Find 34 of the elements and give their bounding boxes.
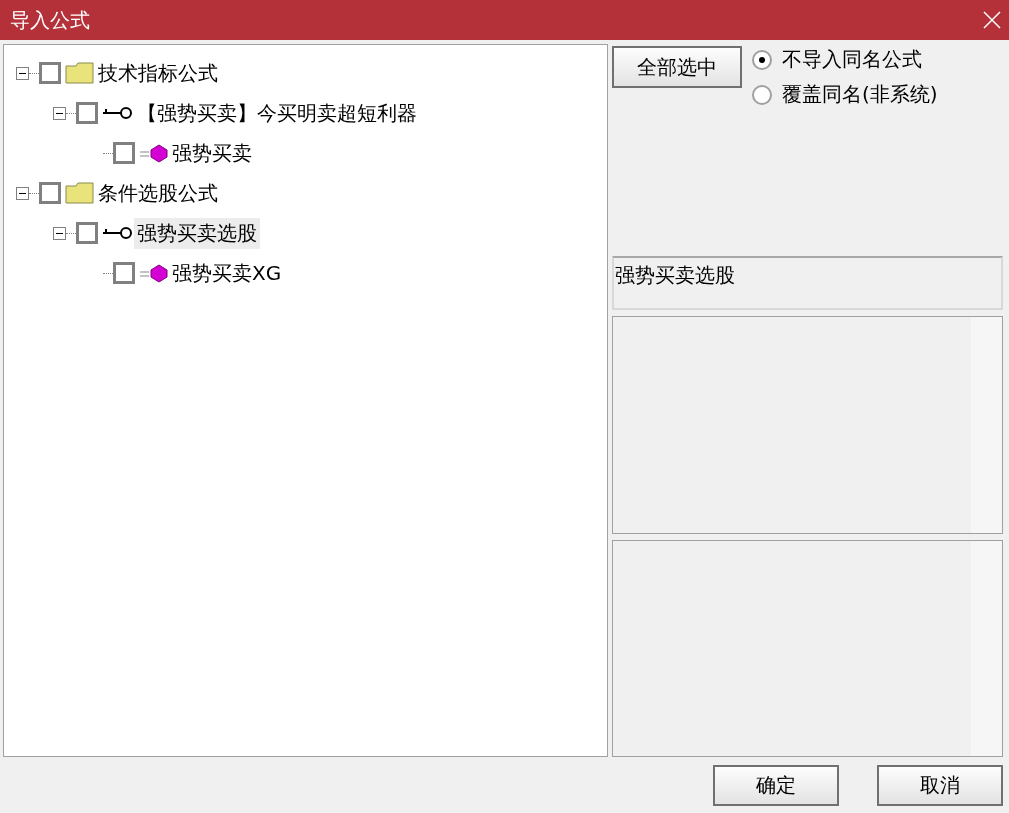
radio-label: 覆盖同名(非系统) xyxy=(782,81,938,108)
window-title: 导入公式 xyxy=(10,6,90,34)
close-icon[interactable] xyxy=(983,11,1001,29)
tree-item[interactable]: 强势买卖 xyxy=(169,137,255,169)
tree-item[interactable]: 【强势买卖】今买明卖超短利器 xyxy=(134,97,420,129)
collapse-icon[interactable] xyxy=(16,186,29,200)
collapse-icon[interactable] xyxy=(53,106,66,120)
folder-icon xyxy=(65,182,95,204)
tree-item[interactable]: 强势买卖XG xyxy=(169,257,285,289)
tree-item[interactable]: 技术指标公式 xyxy=(95,57,221,89)
gem-icon xyxy=(139,143,169,163)
folder-icon xyxy=(65,62,95,84)
key-icon xyxy=(102,226,134,240)
tree-item[interactable]: 强势买卖选股 xyxy=(134,217,260,249)
select-all-button[interactable]: 全部选中 xyxy=(612,46,742,88)
radio-option[interactable]: 覆盖同名(非系统) xyxy=(752,81,938,108)
checkbox[interactable] xyxy=(113,262,135,284)
ok-button[interactable]: 确定 xyxy=(713,764,839,806)
radio-button[interactable] xyxy=(752,84,772,105)
name-field[interactable]: 强势买卖选股 xyxy=(612,256,1003,310)
collapse-icon[interactable] xyxy=(16,66,29,80)
radio-option[interactable]: 不导入同名公式 xyxy=(752,46,938,73)
key-icon xyxy=(102,106,134,120)
checkbox[interactable] xyxy=(76,102,98,124)
checkbox[interactable] xyxy=(76,222,98,244)
radio-label: 不导入同名公式 xyxy=(782,46,922,73)
cancel-button[interactable]: 取消 xyxy=(877,764,1003,806)
tree-item[interactable]: 条件选股公式 xyxy=(95,177,221,209)
checkbox[interactable] xyxy=(39,182,61,204)
checkbox[interactable] xyxy=(39,62,61,84)
collapse-icon[interactable] xyxy=(53,226,66,240)
radio-button[interactable] xyxy=(752,49,772,70)
gem-icon xyxy=(139,263,169,283)
checkbox[interactable] xyxy=(113,142,135,164)
